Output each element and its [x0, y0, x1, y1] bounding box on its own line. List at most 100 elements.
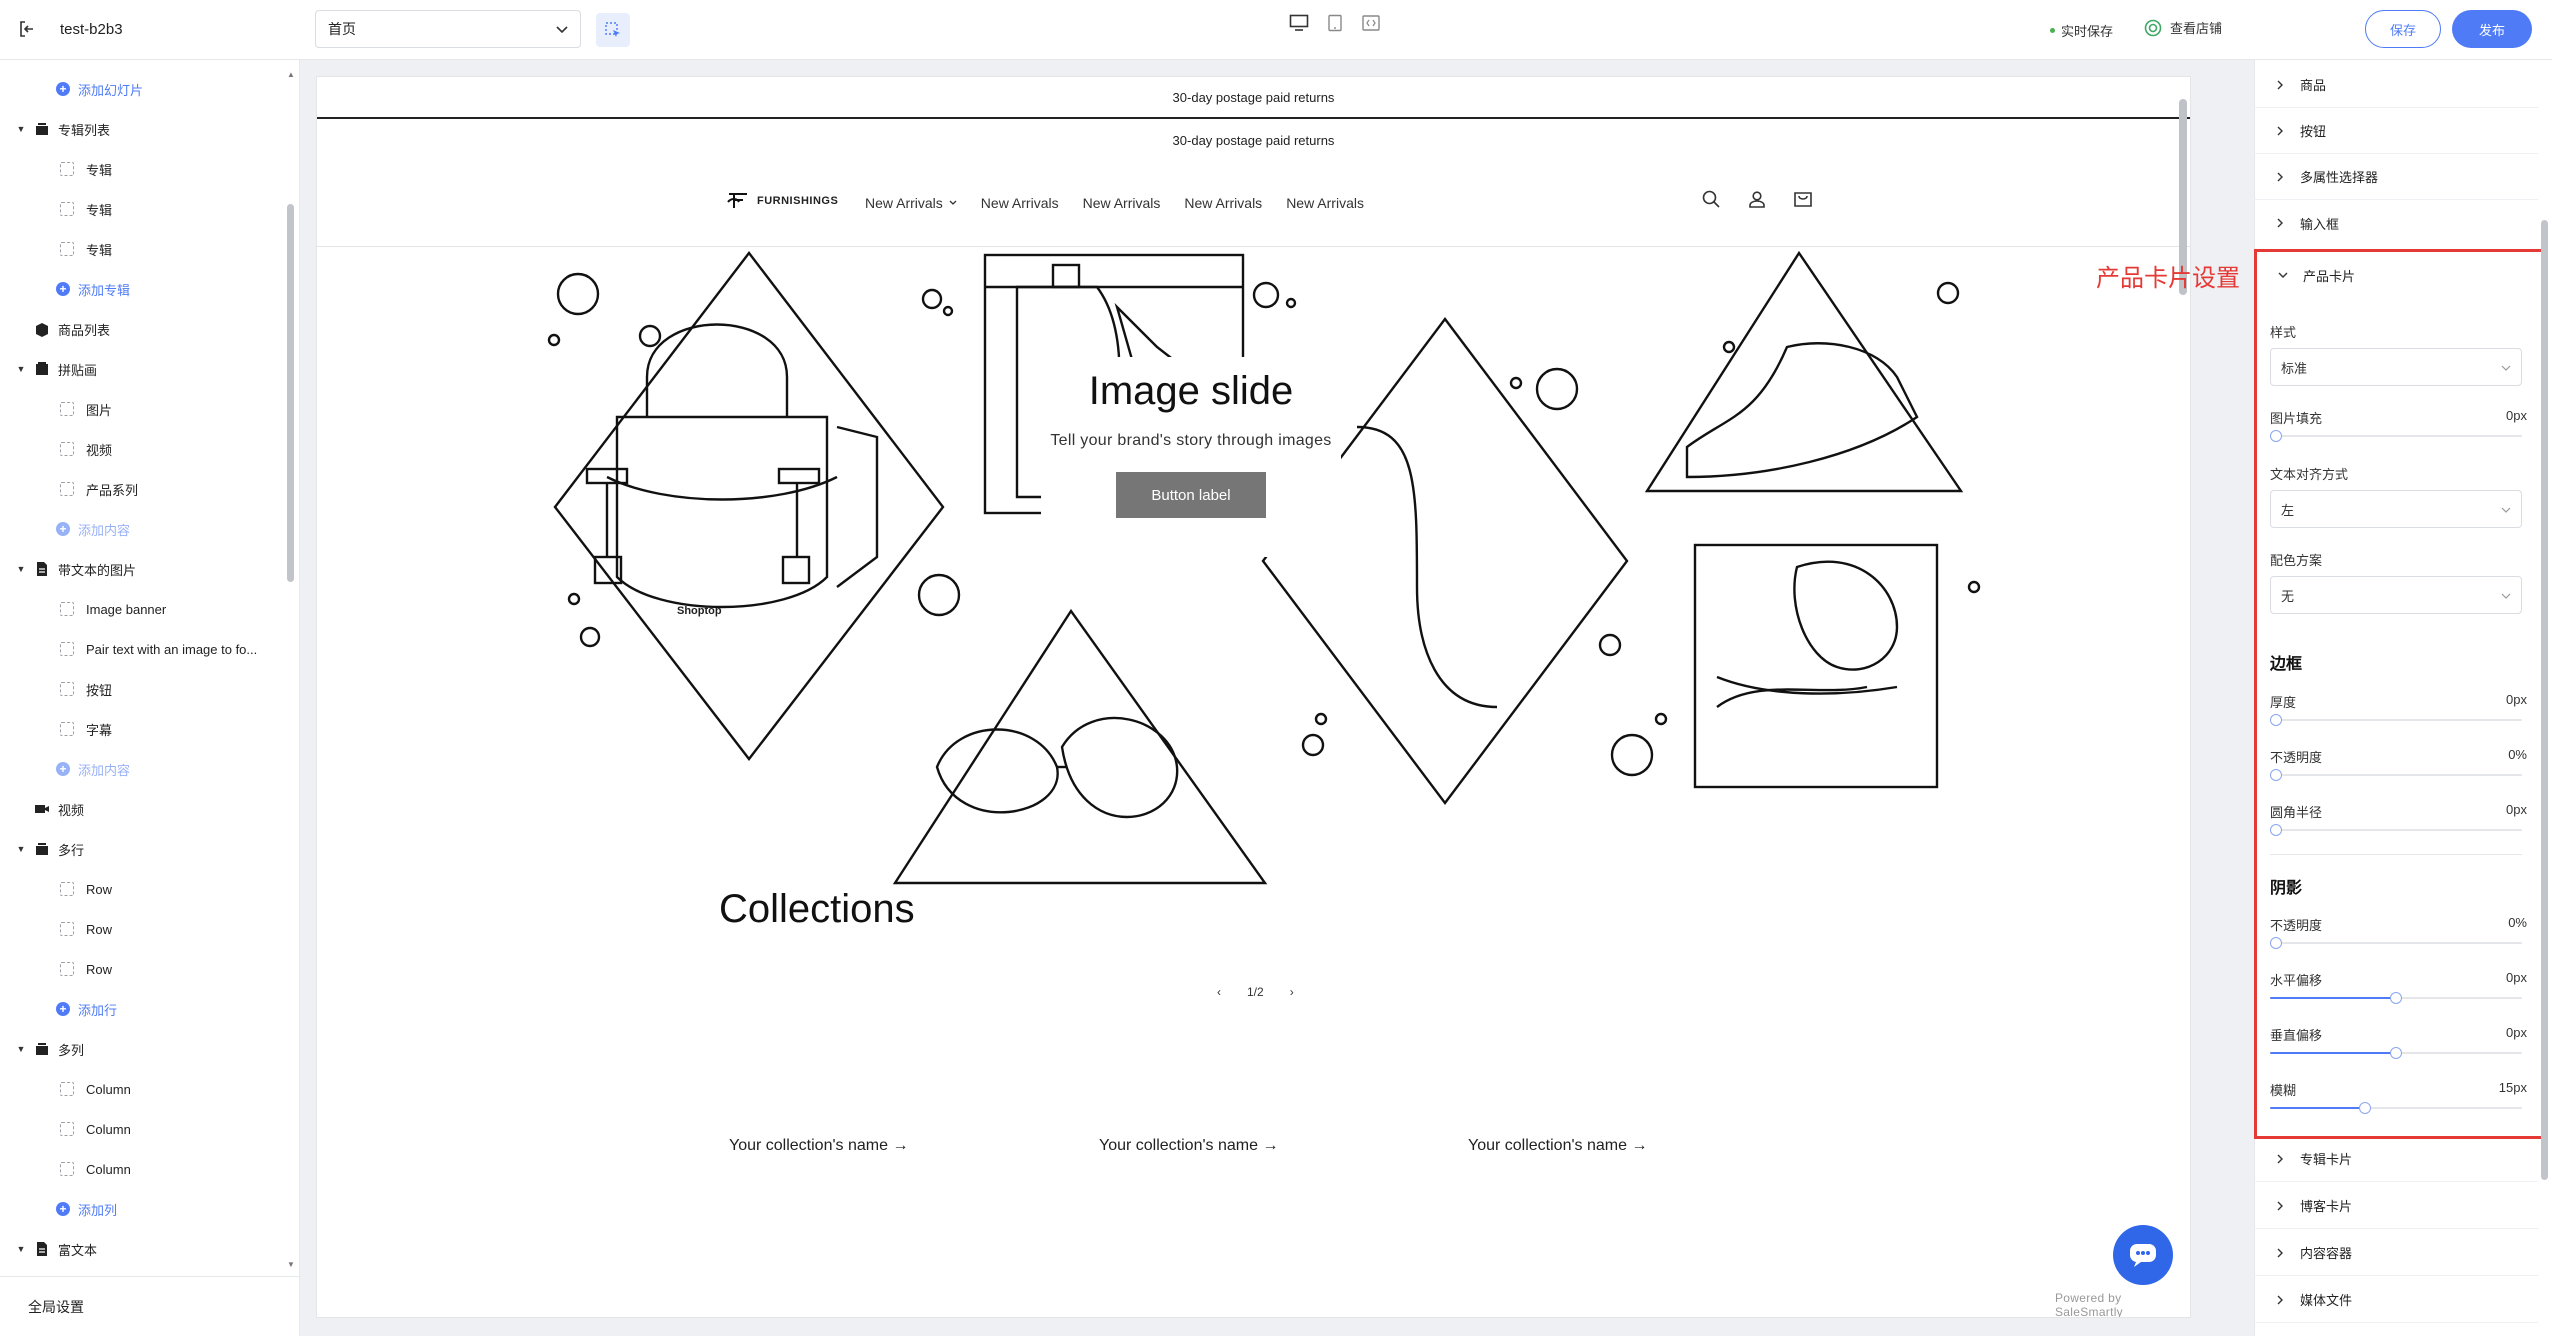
settings-section-button[interactable]: 按钮: [2254, 108, 2538, 154]
tree-block[interactable]: 专辑: [60, 194, 112, 224]
nav-item[interactable]: New Arrivals: [865, 195, 957, 211]
announcement-bar[interactable]: 30-day postage paid returns: [317, 77, 2190, 119]
chat-bubble-icon: [2130, 1244, 2156, 1267]
tree-group[interactable]: ▼ 专辑列表: [16, 114, 110, 144]
image-padding-slider[interactable]: [2270, 430, 2522, 442]
page-select[interactable]: 首页: [315, 10, 581, 48]
scroll-up-icon[interactable]: ▲: [287, 70, 295, 79]
next-slide-icon[interactable]: ›: [1290, 985, 1294, 999]
settings-section-media[interactable]: 媒体文件: [2254, 1277, 2538, 1323]
collection-link[interactable]: Your collection's name →: [1468, 1137, 1647, 1155]
global-settings-button[interactable]: 全局设置: [0, 1276, 300, 1336]
save-button[interactable]: 保存: [2365, 10, 2441, 48]
exit-icon[interactable]: [14, 16, 40, 42]
tablet-icon[interactable]: [1324, 12, 1346, 34]
view-store-link[interactable]: 查看店铺: [2144, 18, 2222, 37]
publish-button[interactable]: 发布: [2452, 10, 2532, 48]
tree-block[interactable]: 按钮: [60, 674, 112, 704]
add-block-button[interactable]: + 添加行: [56, 994, 117, 1024]
settings-scrollbar[interactable]: [2538, 60, 2550, 1336]
settings-section-content-container[interactable]: 内容容器: [2254, 1230, 2538, 1276]
collection-link[interactable]: Your collection's name →: [729, 1137, 908, 1155]
tree-block[interactable]: 产品系列: [60, 474, 138, 504]
nav-item[interactable]: New Arrivals: [1286, 195, 1364, 211]
caret-down-icon[interactable]: ▼: [16, 124, 26, 134]
chat-widget-button[interactable]: [2113, 1225, 2173, 1285]
scrollbar-thumb[interactable]: [287, 204, 294, 582]
settings-section-collection-card[interactable]: 专辑卡片: [2254, 1136, 2538, 1182]
cart-icon[interactable]: [1791, 187, 1815, 211]
add-block-button[interactable]: + 添加内容: [56, 514, 130, 544]
add-block-button[interactable]: + 添加列: [56, 1194, 117, 1224]
video-icon: [34, 801, 50, 817]
add-block-button[interactable]: + 添加内容: [56, 754, 130, 784]
add-block-button[interactable]: + 添加幻灯片: [56, 74, 143, 104]
tree-block[interactable]: 字幕: [60, 714, 112, 744]
tree-block[interactable]: 视频: [60, 434, 112, 464]
tree-section[interactable]: 商品列表: [34, 314, 110, 344]
block-icon: [60, 602, 74, 617]
site-header[interactable]: FURNISHINGS New Arrivals New Arrivals Ne…: [317, 161, 2190, 247]
desktop-icon[interactable]: [1288, 12, 1310, 34]
tree-block[interactable]: 专辑: [60, 234, 112, 264]
store-logo[interactable]: FURNISHINGS: [725, 191, 838, 211]
prev-slide-icon[interactable]: ‹: [1217, 985, 1221, 999]
tree-block[interactable]: Row: [60, 954, 112, 984]
nav-item[interactable]: New Arrivals: [981, 195, 1059, 211]
tree-group[interactable]: ▼ 富文本: [16, 1234, 97, 1264]
tree-block[interactable]: Row: [60, 874, 112, 904]
horizontal-offset-slider[interactable]: [2270, 992, 2522, 1004]
tree-group[interactable]: ▼ 多行: [16, 834, 84, 864]
vertical-offset-slider[interactable]: [2270, 1047, 2522, 1059]
code-icon[interactable]: [1360, 12, 1382, 34]
settings-section-blog-card[interactable]: 博客卡片: [2254, 1183, 2538, 1229]
slide-button[interactable]: Button label: [1116, 472, 1266, 518]
image-slideshow[interactable]: Image slide Tell your brand's story thro…: [317, 247, 2190, 999]
text-align-select[interactable]: 左: [2270, 490, 2522, 528]
tree-item-label: Column: [86, 1161, 131, 1177]
tree-block[interactable]: Pair text with an image to fo...: [60, 634, 257, 664]
caret-down-icon[interactable]: ▼: [16, 1044, 26, 1054]
tree-group[interactable]: ▼ 带文本的图片: [16, 554, 136, 584]
sidebar-scrollbar[interactable]: ▲ ▼: [286, 70, 296, 1270]
settings-section-variant-picker[interactable]: 多属性选择器: [2254, 154, 2538, 200]
caret-down-icon[interactable]: ▼: [16, 564, 26, 574]
style-select[interactable]: 标准: [2270, 348, 2522, 386]
color-scheme-label: 配色方案: [2270, 553, 2323, 568]
add-block-button[interactable]: + 添加专辑: [56, 274, 130, 304]
caret-down-icon[interactable]: ▼: [16, 1244, 26, 1254]
border-opacity-slider[interactable]: [2270, 769, 2522, 781]
tree-group[interactable]: ▼ 拼贴画: [16, 354, 97, 384]
block-icon: [60, 202, 74, 217]
collection-link[interactable]: Your collection's name →: [1099, 1137, 1278, 1155]
nav-item[interactable]: New Arrivals: [1184, 195, 1262, 211]
element-picker-button[interactable]: [596, 13, 630, 47]
caret-down-icon[interactable]: ▼: [16, 364, 26, 374]
tree-block[interactable]: Column: [60, 1154, 131, 1184]
scrollbar-thumb[interactable]: [2541, 220, 2548, 1180]
slide-title: Image slide: [1088, 369, 1294, 413]
announcement-bar[interactable]: 30-day postage paid returns: [317, 119, 2190, 161]
scroll-down-icon[interactable]: ▼: [287, 1260, 295, 1269]
caret-down-icon[interactable]: ▼: [16, 844, 26, 854]
thickness-slider[interactable]: [2270, 714, 2522, 726]
blur-value: 15px: [2498, 1080, 2527, 1095]
blur-slider[interactable]: [2270, 1102, 2522, 1114]
product-card-header[interactable]: 产品卡片: [2277, 266, 2355, 285]
nav-item[interactable]: New Arrivals: [1083, 195, 1161, 211]
tree-block[interactable]: 专辑: [60, 154, 112, 184]
tree-block[interactable]: 图片: [60, 394, 112, 424]
tree-block[interactable]: Image banner: [60, 594, 166, 624]
tree-section[interactable]: 视频: [34, 794, 84, 824]
settings-section-product[interactable]: 商品: [2254, 62, 2538, 108]
shadow-opacity-slider[interactable]: [2270, 937, 2522, 949]
tree-group[interactable]: ▼ 多列: [16, 1034, 84, 1064]
tree-block[interactable]: Column: [60, 1074, 131, 1104]
search-icon[interactable]: [1699, 187, 1723, 211]
color-scheme-select[interactable]: 无: [2270, 576, 2522, 614]
settings-section-input[interactable]: 输入框: [2254, 200, 2538, 246]
corner-radius-slider[interactable]: [2270, 824, 2522, 836]
tree-block[interactable]: Column: [60, 1114, 131, 1144]
account-icon[interactable]: [1745, 187, 1769, 211]
tree-block[interactable]: Row: [60, 914, 112, 944]
